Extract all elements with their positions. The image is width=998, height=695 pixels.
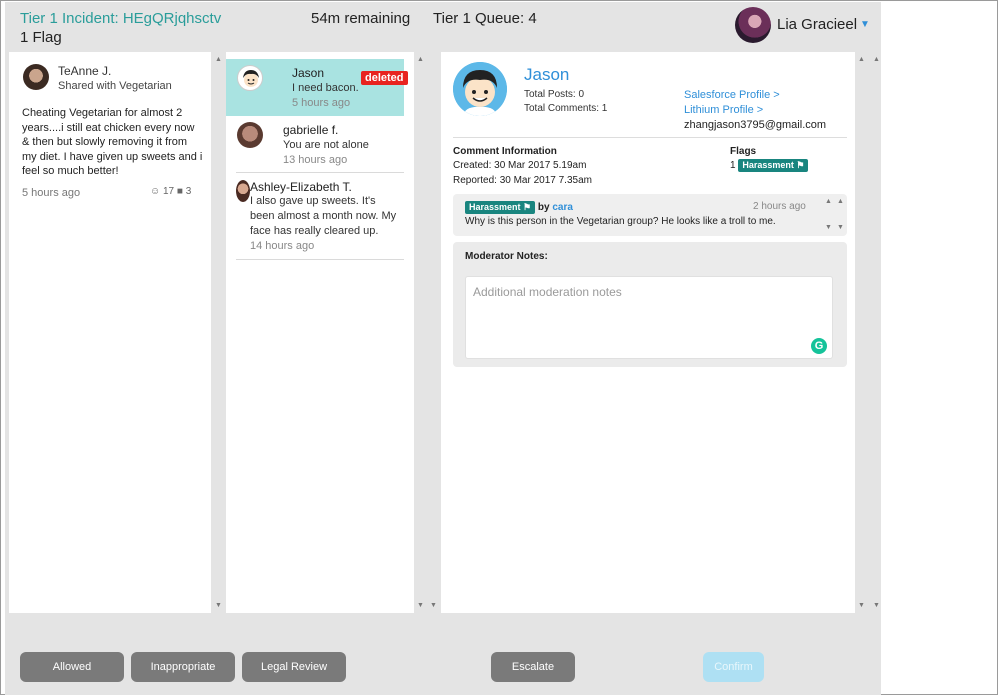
notes-label: Moderator Notes: (465, 251, 548, 262)
divider (453, 137, 847, 138)
lithium-profile-link[interactable]: Lithium Profile > (684, 104, 763, 116)
moderator-notes-input[interactable] (465, 276, 833, 359)
deleted-badge: deleted (361, 71, 408, 85)
reaction-count: 17 (163, 186, 175, 197)
list-divider (236, 259, 404, 260)
scroll-up-arrow[interactable]: ▲ (215, 56, 222, 64)
post-body: Cheating Vegetarian for almost 2 years..… (22, 107, 203, 177)
comment-text: You are not alone (283, 139, 369, 151)
flag-text: Why is this person in the Vegetarian gro… (465, 216, 776, 227)
flag-count: 1 Flag (20, 29, 62, 46)
moderation-app: Tier 1 Incident: HEgQRjqhsctv 1 Flag 54m… (5, 2, 881, 695)
post-time: 5 hours ago (22, 187, 81, 199)
comment-time: 5 hours ago (292, 97, 351, 109)
flag-icon: ⚑ (796, 160, 805, 170)
flag-by-label: by (537, 202, 550, 213)
scroll-down-arrow[interactable]: ▼ (430, 602, 437, 610)
comment-text: I also gave up sweets. It's been almost … (250, 195, 397, 237)
incident-title: Tier 1 Incident: HEgQRjqhsctv (20, 10, 222, 27)
cartoon-avatar-icon (453, 62, 507, 116)
scroll-down-arrow[interactable]: ▼ (417, 602, 424, 610)
comment-time: 14 hours ago (250, 240, 315, 252)
inappropriate-button[interactable]: Inappropriate (131, 652, 235, 682)
comment-count: 3 (185, 186, 192, 197)
confirm-button[interactable]: Confirm (703, 652, 764, 682)
comment-time: 13 hours ago (283, 154, 348, 166)
flags-label: Flags (730, 146, 757, 157)
scroll-up-arrow[interactable]: ▲ (825, 198, 832, 206)
comment-avatar (237, 65, 263, 91)
comment-list-panel: Jason deleted I need bacon. 5 hours ago … (226, 52, 414, 613)
scroll-up-arrow[interactable]: ▲ (837, 198, 844, 206)
flag-reporter-link[interactable]: cara (552, 202, 573, 213)
comment-avatar (237, 122, 263, 148)
scroll-down-arrow[interactable]: ▼ (873, 602, 880, 610)
flags-summary: 1 Harassment ⚑ (730, 159, 809, 172)
list-item-comment-selected[interactable]: Jason deleted I need bacon. 5 hours ago (226, 59, 408, 116)
scroll-down-arrow[interactable]: ▼ (858, 602, 865, 610)
created-date: Created: 30 Mar 2017 5.19am (453, 160, 587, 171)
chevron-down-icon[interactable]: ▼ (860, 19, 870, 30)
comment-icon: ■ (176, 186, 183, 197)
post-author-avatar (23, 64, 49, 90)
post-author: TeAnne J. (58, 64, 112, 78)
comment-text: I need bacon. (292, 82, 359, 94)
cartoon-avatar-icon (243, 70, 259, 87)
total-posts: Total Posts: 0 (524, 89, 585, 100)
post-panel: TeAnne J. Shared with Vegetarian Cheatin… (9, 52, 211, 613)
total-comments: Total Comments: 1 (524, 103, 608, 114)
flag-icon: ⚑ (523, 202, 532, 212)
comment-author: gabrielle f. (283, 123, 339, 137)
allowed-button[interactable]: Allowed (20, 652, 124, 682)
comment-author: Jason (292, 66, 325, 80)
reported-date: Reported: 30 Mar 2017 7.35am (453, 175, 592, 186)
list-item-comment[interactable]: Ashley-Elizabeth T. I also gave up sweet… (226, 173, 404, 259)
flag-badge: Harassment ⚑ (465, 201, 536, 214)
flag-report-header: Harassment ⚑ by cara (465, 201, 573, 214)
commenter-name[interactable]: Jason (524, 65, 569, 85)
commenter-email: zhangjason3795@gmail.com (684, 119, 827, 131)
user-name[interactable]: Lia Gracieel (777, 16, 857, 33)
scroll-up-arrow[interactable]: ▲ (858, 56, 865, 64)
scroll-down-arrow[interactable]: ▼ (825, 224, 832, 232)
reaction-icon: ☺ (150, 186, 161, 197)
queue-count: Tier 1 Queue: 4 (433, 10, 537, 27)
salesforce-profile-link[interactable]: Salesforce Profile > (684, 89, 780, 101)
scroll-down-arrow[interactable]: ▼ (215, 602, 222, 610)
escalate-button[interactable]: Escalate (491, 652, 575, 682)
comment-info-label: Comment Information (453, 146, 557, 157)
commenter-avatar (453, 62, 507, 116)
flags-count: 1 (730, 160, 736, 171)
post-stats: ☺ 17 ■ 3 (150, 186, 191, 197)
scroll-down-arrow[interactable]: ▼ (837, 224, 844, 232)
moderator-notes-section: Moderator Notes: G (453, 242, 847, 367)
post-shared-with: Shared with Vegetarian (58, 80, 172, 92)
flag-badge: Harassment ⚑ (738, 159, 809, 172)
legal-review-button[interactable]: Legal Review (242, 652, 346, 682)
comment-author: Ashley-Elizabeth T. (250, 180, 352, 194)
detail-panel: Jason Total Posts: 0 Total Comments: 1 S… (441, 52, 855, 613)
flag-time: 2 hours ago (753, 201, 806, 212)
scroll-up-arrow[interactable]: ▲ (873, 56, 880, 64)
list-item-comment[interactable]: gabrielle f. You are not alone 13 hours … (226, 116, 404, 172)
comment-avatar (236, 180, 250, 202)
grammarly-icon[interactable]: G (811, 338, 827, 354)
time-remaining: 54m remaining (311, 10, 411, 27)
user-avatar[interactable] (735, 7, 771, 43)
scroll-up-arrow[interactable]: ▲ (417, 56, 424, 64)
flag-report-card: Harassment ⚑ by cara 2 hours ago Why is … (453, 194, 847, 236)
